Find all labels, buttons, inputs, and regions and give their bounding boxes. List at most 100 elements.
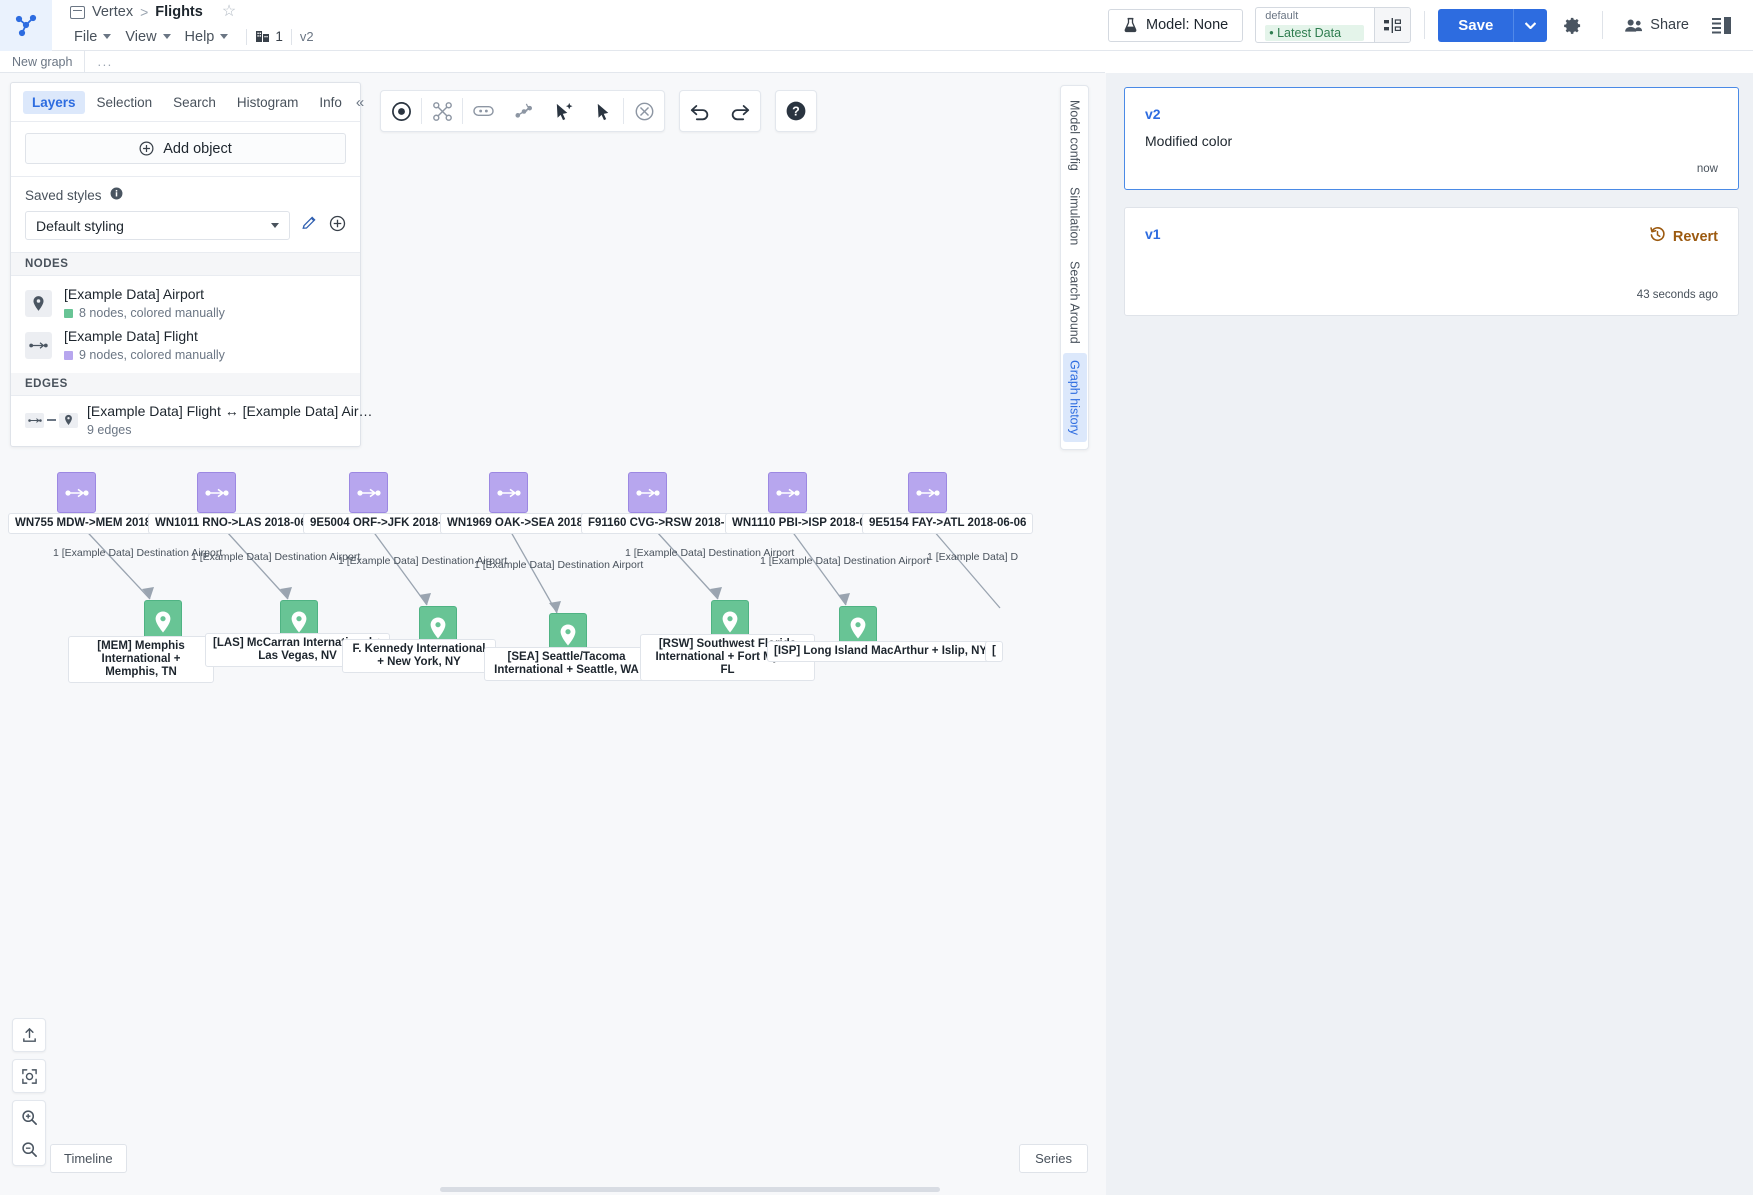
- flight-node[interactable]: [489, 472, 528, 513]
- flight-node[interactable]: [197, 472, 236, 513]
- graph-canvas[interactable]: WN755 MDW->MEM 2018-06-06 WN1011 RNO->LA…: [0, 73, 1106, 1195]
- pill-tool-icon[interactable]: [463, 90, 503, 132]
- history-entry-header: v2: [1145, 106, 1718, 122]
- layer-text: [Example Data] Flight 9 nodes, colored m…: [64, 328, 225, 362]
- history-entry-v2[interactable]: v2 Modified color now: [1124, 87, 1739, 190]
- graph-history-panel: v2 Modified color now v1 Revert 43 secon…: [1106, 73, 1753, 1195]
- vtab-model-config[interactable]: Model config: [1063, 93, 1087, 178]
- airport-node-label[interactable]: F. Kennedy International + New York, NY: [342, 639, 496, 673]
- series-button[interactable]: Series: [1019, 1144, 1088, 1173]
- saved-styles-label-row: Saved styles: [25, 187, 346, 203]
- vtab-search-around[interactable]: Search Around: [1063, 254, 1087, 351]
- clear-selection-tool-icon[interactable]: [624, 90, 664, 132]
- canvas-horizontal-scrollbar[interactable]: [440, 1187, 940, 1192]
- add-object-button[interactable]: Add object: [25, 133, 346, 164]
- layer-subtitle-row: 8 nodes, colored manually: [64, 306, 225, 320]
- datasource-count-label: 1: [275, 29, 283, 44]
- layer-subtitle: 8 nodes, colored manually: [79, 306, 225, 320]
- flight-node-label[interactable]: 9E5154 FAY->ATL 2018-06-06: [862, 513, 1034, 534]
- top-bar-actions: Model: None default • Latest Data Save S…: [1108, 7, 1753, 43]
- save-dropdown-button[interactable]: [1513, 8, 1548, 42]
- save-button[interactable]: Save: [1438, 8, 1514, 42]
- history-version-label: v1: [1145, 226, 1161, 242]
- airport-node-label[interactable]: [SEA] Seattle/Tacoma International + Sea…: [484, 647, 649, 681]
- chevron-down-icon: [271, 223, 279, 228]
- airport-node-label[interactable]: [ISP] Long Island MacArthur + Islip, NY: [767, 641, 995, 662]
- add-style-icon[interactable]: [329, 215, 346, 237]
- menu-view[interactable]: View: [121, 27, 180, 47]
- menu-file-label: File: [74, 28, 98, 45]
- saved-styles-select[interactable]: Default styling: [25, 211, 290, 240]
- top-bar: Vertex > Flights ☆ File View Help 1 v2 M…: [0, 0, 1753, 51]
- flight-node[interactable]: [768, 472, 807, 513]
- magic-select-tool-icon[interactable]: [543, 90, 583, 132]
- flight-node[interactable]: [628, 472, 667, 513]
- airport-node-label[interactable]: [MEM] Memphis International + Memphis, T…: [68, 636, 214, 683]
- canvas-view-controls: [12, 1018, 46, 1173]
- flight-node[interactable]: [349, 472, 388, 513]
- flight-link-icon: [25, 412, 44, 428]
- breadcrumb-separator: >: [140, 4, 149, 20]
- expand-graph-tool-icon[interactable]: [503, 90, 543, 132]
- tool-group-primary: [380, 90, 665, 132]
- lasso-tool-icon[interactable]: [583, 90, 623, 132]
- edit-style-icon[interactable]: [301, 215, 318, 237]
- cut-tool-icon[interactable]: [422, 90, 462, 132]
- redo-tool-icon[interactable]: [720, 90, 760, 132]
- collapse-panel-icon[interactable]: «: [354, 94, 366, 111]
- export-icon[interactable]: [13, 1019, 45, 1051]
- help-icon[interactable]: ?: [776, 90, 816, 132]
- tab-info[interactable]: Info: [310, 91, 351, 114]
- fit-to-screen-icon[interactable]: [13, 1060, 45, 1092]
- layers-panel-tabs: Layers Selection Search Histogram Info «: [11, 83, 364, 122]
- zoom-in-icon[interactable]: [13, 1101, 45, 1133]
- chevron-down-icon: [162, 34, 171, 39]
- graph-tab-strip: New graph ...: [0, 50, 1105, 73]
- list-item[interactable]: [Example Data] Flight ↔ [Example Data] A…: [11, 396, 373, 446]
- panel-toggle-button[interactable]: [1705, 8, 1739, 42]
- dataset-compare-button[interactable]: [1374, 8, 1411, 42]
- flight-node[interactable]: [908, 472, 947, 513]
- actions-divider: [1424, 11, 1426, 39]
- vtab-simulation[interactable]: Simulation: [1063, 180, 1087, 252]
- tab-overflow-button[interactable]: ...: [85, 54, 124, 69]
- flight-node[interactable]: [57, 472, 96, 513]
- layer-title: [Example Data] Airport: [64, 286, 205, 302]
- saved-styles-value: Default styling: [36, 217, 124, 234]
- list-item[interactable]: [Example Data] Flight 9 nodes, colored m…: [11, 324, 360, 366]
- menu-help[interactable]: Help: [181, 27, 239, 47]
- edge-text: [Example Data] Flight ↔ [Example Data] A…: [87, 403, 373, 437]
- share-divider: [1602, 11, 1604, 39]
- timeline-button[interactable]: Timeline: [50, 1144, 127, 1173]
- select-tool-icon[interactable]: [381, 90, 421, 132]
- undo-tool-icon[interactable]: [680, 90, 720, 132]
- datasource-count[interactable]: 1: [255, 29, 283, 44]
- airport-node-label[interactable]: [: [985, 641, 1003, 662]
- menu-bar: File View Help 1 v2: [70, 25, 314, 49]
- tab-new-graph[interactable]: New graph: [0, 50, 86, 73]
- share-button[interactable]: Share: [1616, 17, 1697, 33]
- vtab-graph-history[interactable]: Graph history: [1062, 352, 1087, 442]
- zoom-out-icon[interactable]: [13, 1133, 45, 1165]
- favorite-star-icon[interactable]: ☆: [222, 4, 236, 20]
- chevron-down-icon: [103, 34, 112, 39]
- history-entry-v1[interactable]: v1 Revert 43 seconds ago: [1124, 207, 1739, 316]
- revert-button[interactable]: Revert: [1649, 226, 1718, 247]
- export-group: [12, 1018, 46, 1052]
- dataset-status-badge: • Latest Data: [1265, 24, 1365, 41]
- tab-selection[interactable]: Selection: [88, 91, 162, 114]
- dataset-info[interactable]: default • Latest Data: [1256, 8, 1374, 42]
- model-button[interactable]: Model: None: [1108, 8, 1244, 42]
- settings-button[interactable]: [1555, 8, 1589, 42]
- dataset-selector[interactable]: default • Latest Data: [1255, 7, 1412, 43]
- list-item[interactable]: [Example Data] Airport 8 nodes, colored …: [11, 282, 360, 324]
- tab-search[interactable]: Search: [164, 91, 225, 114]
- app-logo[interactable]: [0, 0, 52, 51]
- edge-label: 1 [Example Data] Destination Airport: [191, 551, 361, 563]
- info-icon[interactable]: [110, 187, 123, 203]
- tab-histogram[interactable]: Histogram: [228, 91, 308, 114]
- tab-layers[interactable]: Layers: [23, 91, 85, 114]
- breadcrumb-parent[interactable]: Vertex: [92, 4, 133, 20]
- edge-label: 1 [Example Data] Destination Airport: [760, 555, 930, 567]
- menu-file[interactable]: File: [70, 27, 121, 47]
